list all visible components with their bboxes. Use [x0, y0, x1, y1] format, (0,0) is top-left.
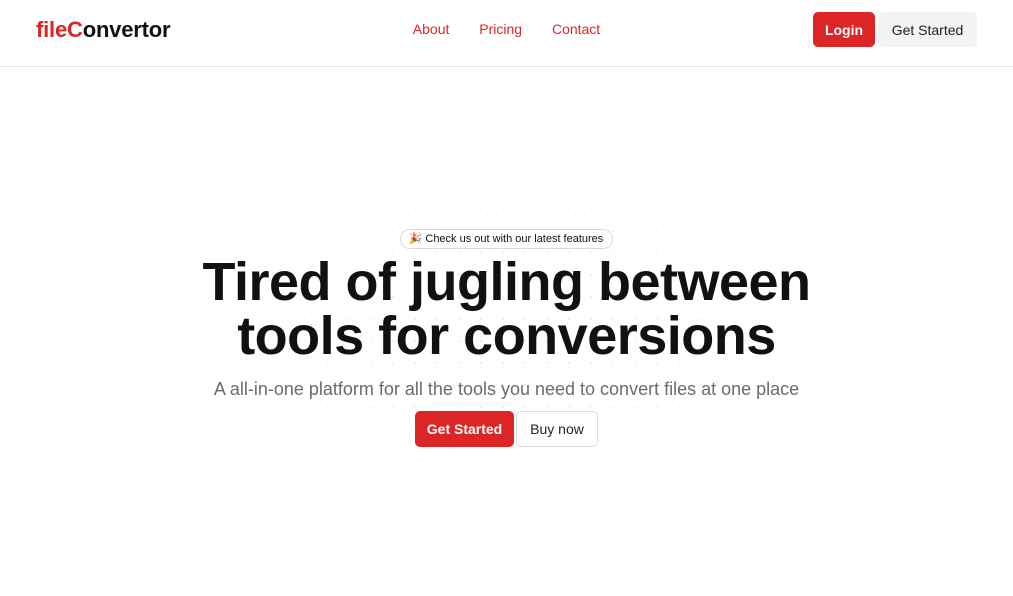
- features-badge-text: Check us out with our latest features: [425, 233, 604, 245]
- cta-row: Get Started Buy now: [0, 411, 1013, 447]
- navbar: fileConvertor About Pricing Contact Logi…: [0, 0, 1013, 67]
- nav-get-started-button[interactable]: Get Started: [878, 12, 977, 47]
- logo[interactable]: fileConvertor: [36, 16, 171, 44]
- party-popper-icon: 🎉: [408, 233, 423, 245]
- logo-part-onvertor: onvertor: [82, 17, 171, 42]
- hero-subtitle: A all-in-one platform for all the tools …: [213, 379, 800, 399]
- hero-get-started-button[interactable]: Get Started: [415, 411, 514, 447]
- hero-headline-line1: Tired of jugling between: [202, 252, 811, 312]
- logo-part-file: file: [36, 17, 67, 42]
- nav-link-about[interactable]: About: [413, 21, 450, 37]
- logo-part-c: C: [67, 17, 83, 42]
- features-badge[interactable]: 🎉 Check us out with our latest features: [399, 229, 614, 249]
- login-button[interactable]: Login: [813, 12, 875, 47]
- hero-headline-line2: tools for conversions: [237, 306, 776, 366]
- nav-link-contact[interactable]: Contact: [552, 21, 600, 37]
- hero-section: 🎉 Check us out with our latest features T…: [0, 229, 1013, 447]
- hero-headline: Tired of jugling between tools for conve…: [0, 255, 1013, 363]
- nav-link-pricing[interactable]: Pricing: [479, 21, 522, 37]
- buy-now-button[interactable]: Buy now: [516, 411, 598, 447]
